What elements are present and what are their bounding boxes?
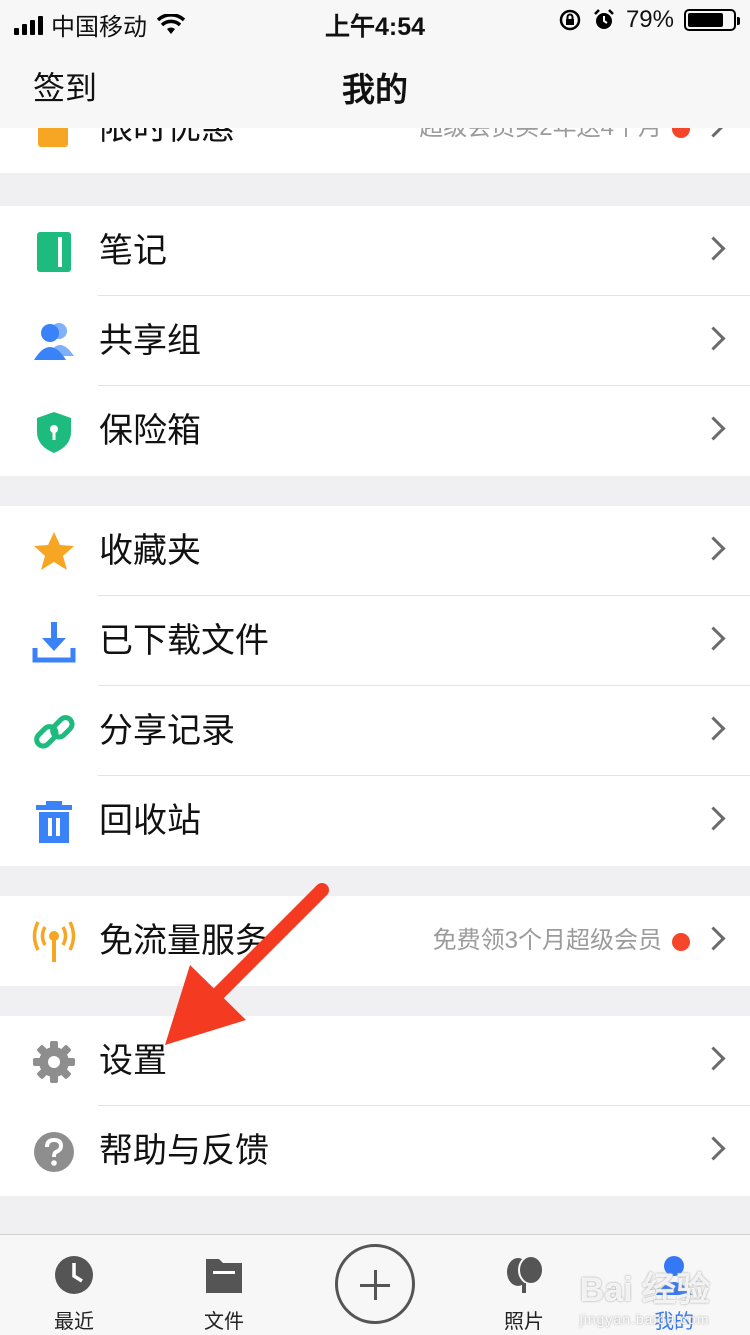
menu-item-label: 共享组 [99, 322, 201, 360]
data-free-group: 免流量服务 免费领3个月超级会员 [0, 896, 750, 986]
notification-dot [672, 933, 690, 951]
menu-item-safe-box[interactable]: 保险箱 [0, 386, 750, 476]
shield-lock-icon [32, 410, 76, 454]
menu-item-label: 回收站 [99, 802, 201, 840]
menu-item-label: 限时优惠 [99, 128, 235, 147]
watermark-logo: Bai 经验 jingyan.baidu.com [580, 1262, 710, 1327]
menu-item-share-history[interactable]: 分享记录 [0, 686, 750, 776]
menu-item-recycle-bin[interactable]: 回收站 [0, 776, 750, 866]
chevron-right-icon [701, 926, 726, 951]
menu-item-label: 帮助与反馈 [99, 1132, 269, 1170]
notebook-icon [32, 230, 76, 274]
chevron-right-icon [701, 806, 726, 831]
tools-group: 笔记 共享组 保险箱 [0, 206, 750, 476]
battery-percent: 79% [625, 6, 674, 33]
chevron-right-icon [701, 1136, 726, 1161]
clock-icon [54, 1255, 94, 1295]
nav-bar: 签到 我的 [0, 40, 750, 129]
link-icon [32, 710, 76, 754]
menu-item-notes[interactable]: 笔记 [0, 206, 750, 296]
gear-icon [32, 1040, 76, 1084]
battery-icon [684, 9, 740, 31]
menu-list[interactable]: 限时优惠 超级会员买2年送4个月 笔记 共享组 [0, 128, 750, 1234]
menu-item-label: 设置 [99, 1042, 167, 1080]
folder-icon [204, 1255, 244, 1295]
help-icon [32, 1130, 76, 1174]
promo-group: 限时优惠 超级会员买2年送4个月 [0, 128, 750, 173]
download-icon [32, 620, 76, 664]
menu-item-data-free[interactable]: 免流量服务 免费领3个月超级会员 [0, 896, 750, 986]
trash-icon [32, 800, 76, 844]
chevron-right-icon [701, 128, 726, 138]
tab-label: 最近 [54, 1311, 94, 1333]
alarm-icon [594, 9, 614, 29]
notification-dot [672, 128, 690, 138]
add-button[interactable] [335, 1244, 415, 1324]
settings-group: 设置 帮助与反馈 [0, 1016, 750, 1196]
star-icon [32, 530, 76, 574]
menu-item-label: 已下载文件 [99, 622, 269, 660]
watermark-url: jingyan.baidu.com [579, 1311, 710, 1327]
tab-recent[interactable]: 最近 [24, 1235, 124, 1335]
tab-label: 照片 [504, 1311, 544, 1333]
menu-item-help[interactable]: 帮助与反馈 [0, 1106, 750, 1196]
page-title: 我的 [342, 71, 408, 108]
menu-item-label: 笔记 [99, 232, 167, 270]
menu-item-label: 免流量服务 [99, 922, 269, 960]
chevron-right-icon [701, 326, 726, 351]
status-bar: 中国移动 上午4:54 79% [0, 0, 750, 41]
chevron-right-icon [701, 626, 726, 651]
chevron-right-icon [701, 536, 726, 561]
promo-subtitle: 超级会员买2年送4个月 [419, 128, 662, 145]
menu-item-share-group[interactable]: 共享组 [0, 296, 750, 386]
menu-item-label: 保险箱 [99, 412, 201, 450]
tag-icon [32, 128, 76, 151]
menu-item-settings[interactable]: 设置 [0, 1016, 750, 1106]
status-right: 79% [558, 6, 740, 34]
tab-label: 文件 [204, 1311, 244, 1333]
menu-item-label: 分享记录 [99, 712, 235, 750]
orientation-lock-icon [559, 9, 581, 31]
chevron-right-icon [701, 1046, 726, 1071]
chevron-right-icon [701, 716, 726, 741]
chevron-right-icon [701, 416, 726, 441]
watermark-text: Bai 经验 [579, 1271, 710, 1309]
menu-item-downloads[interactable]: 已下载文件 [0, 596, 750, 686]
tab-photos[interactable]: 照片 [474, 1235, 574, 1335]
menu-item-label: 收藏夹 [99, 532, 201, 570]
data-free-subtitle: 免费领3个月超级会员 [432, 927, 662, 954]
menu-item-favorites[interactable]: 收藏夹 [0, 506, 750, 596]
users-icon [32, 320, 76, 364]
tab-files[interactable]: 文件 [174, 1235, 274, 1335]
files-group: 收藏夹 已下载文件 分享记录 回收站 [0, 506, 750, 866]
chevron-right-icon [701, 236, 726, 261]
menu-item-promo[interactable]: 限时优惠 超级会员买2年送4个月 [0, 128, 750, 173]
photos-icon [504, 1255, 544, 1295]
antenna-icon [32, 920, 76, 964]
